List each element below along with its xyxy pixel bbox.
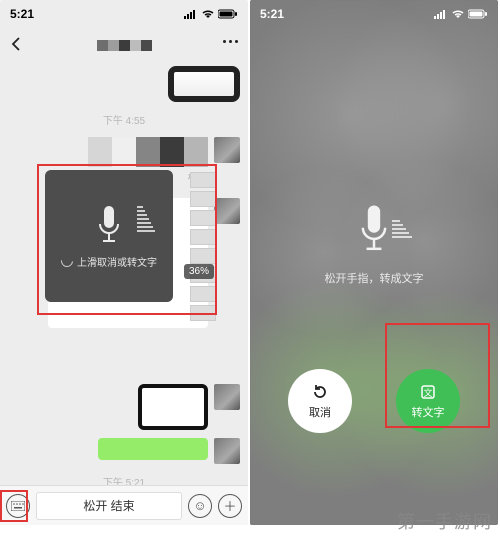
phone-right-convert: 5:21	[250, 0, 498, 525]
cancel-button[interactable]: 取消	[288, 369, 352, 433]
undo-icon	[311, 383, 329, 401]
emoji-icon[interactable]: ☺	[188, 494, 212, 518]
watermark-text: 第一手游网	[397, 508, 492, 534]
voice-record-overlay: 上滑取消或转文字	[45, 170, 173, 302]
attach-plus-icon[interactable]: ＋	[218, 494, 242, 518]
side-thumbnails	[190, 172, 216, 321]
microphone-icon	[351, 206, 397, 252]
voice-action-row: 取消 文 转文字	[250, 369, 498, 433]
signal-icon	[184, 9, 198, 19]
hold-to-talk-button[interactable]: 松开 结束	[36, 492, 182, 520]
avatar[interactable]	[214, 438, 240, 464]
voice-overlay-hint-row: 上滑取消或转文字	[61, 254, 157, 269]
convert-label: 转文字	[412, 404, 445, 420]
battery-icon	[468, 9, 488, 19]
voice-message-bubble[interactable]	[98, 438, 208, 460]
status-right-cluster	[434, 9, 488, 19]
convert-to-text-button[interactable]: 文 转文字	[396, 369, 460, 433]
battery-icon	[218, 9, 238, 19]
avatar[interactable]	[214, 384, 240, 410]
status-bar: 5:21	[0, 0, 248, 28]
avatar[interactable]	[214, 137, 240, 163]
microphone-icon	[94, 204, 124, 246]
status-bar: 5:21	[250, 0, 498, 28]
keyboard-toggle-icon[interactable]	[6, 494, 30, 518]
message-row	[0, 380, 248, 434]
chat-input-bar: 松开 结束 ☺ ＋	[0, 485, 248, 525]
chat-navbar	[0, 28, 248, 62]
phone-left-chat: 5:21 下午 4:55	[0, 0, 248, 525]
avatar[interactable]	[214, 198, 240, 224]
voice-level-bars	[137, 206, 155, 232]
voice-convert-hint: 松开手指，转成文字	[325, 270, 424, 286]
message-row	[0, 62, 248, 106]
message-row	[0, 434, 248, 468]
cancel-label: 取消	[309, 404, 331, 420]
wifi-icon	[451, 9, 465, 19]
more-icon[interactable]	[223, 40, 238, 43]
image-message[interactable]	[168, 66, 240, 102]
timestamp: 下午 4:55	[0, 112, 248, 127]
image-message[interactable]	[88, 137, 208, 167]
status-right-cluster	[184, 9, 238, 19]
voice-convert-center: 松开手指，转成文字	[250, 206, 498, 286]
svg-text:文: 文	[423, 387, 432, 398]
back-icon[interactable]	[8, 36, 24, 52]
progress-badge: 36%	[184, 264, 214, 279]
signal-icon	[434, 9, 448, 19]
text-convert-icon: 文	[419, 383, 437, 401]
status-clock: 5:21	[10, 7, 34, 21]
hold-to-talk-label: 松开 结束	[83, 497, 134, 514]
chat-title-redacted	[97, 40, 152, 51]
wifi-icon	[201, 9, 215, 19]
status-clock: 5:21	[260, 7, 284, 21]
image-message[interactable]	[138, 384, 208, 430]
voice-overlay-hint: 上滑取消或转文字	[77, 254, 157, 269]
undo-icon	[59, 253, 76, 270]
